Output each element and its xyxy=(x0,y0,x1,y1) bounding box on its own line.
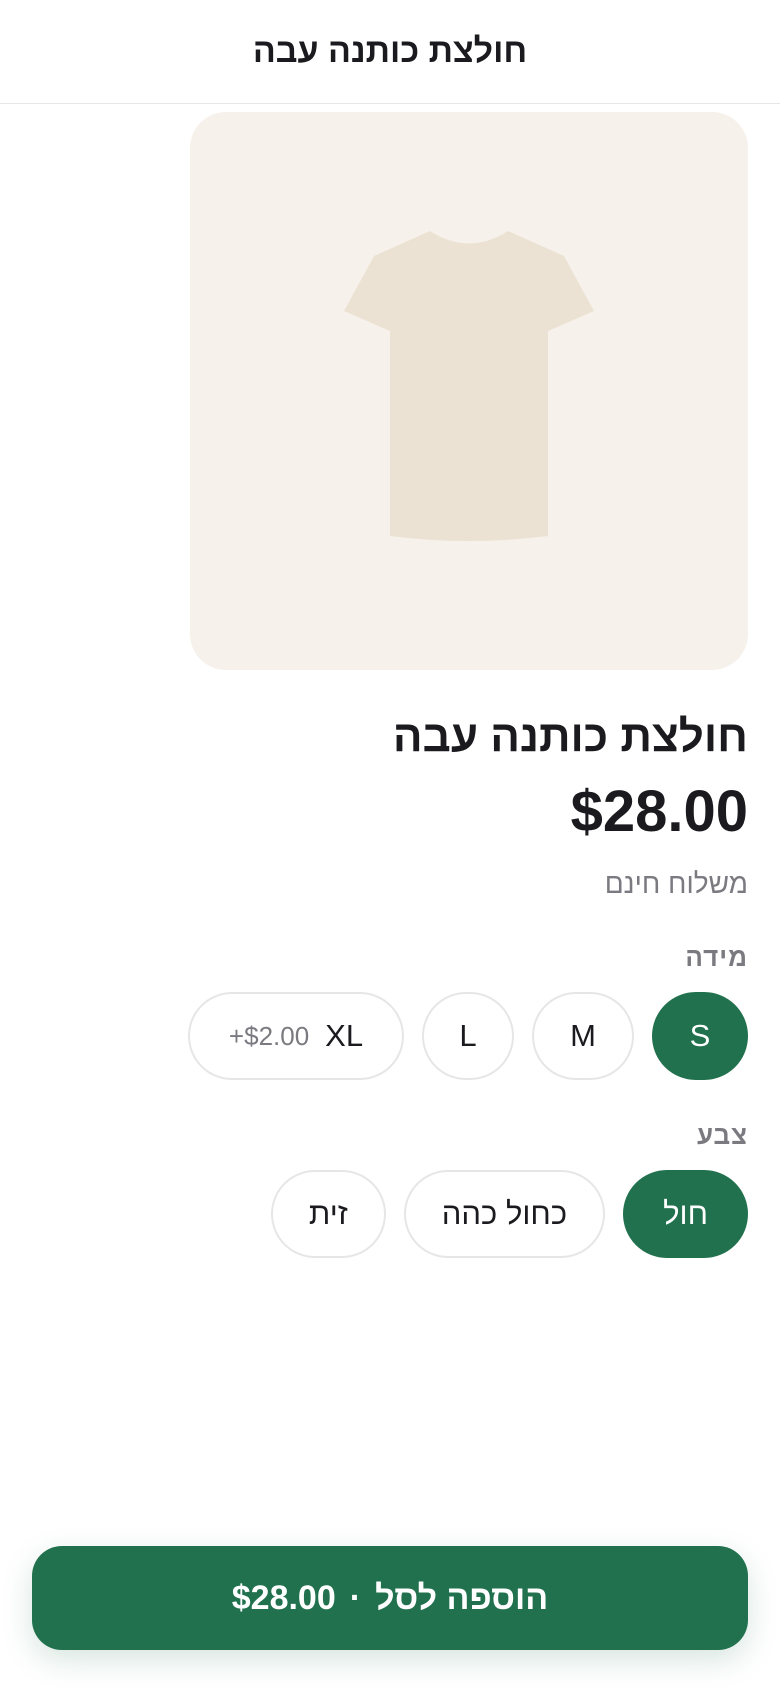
size-options: S M L XL +$2.00 xyxy=(188,992,748,1080)
shipping-note: משלוח חינם xyxy=(604,868,748,899)
size-option-s[interactable]: S xyxy=(652,992,748,1080)
color-option-navy[interactable]: כחול כהה xyxy=(403,1170,606,1258)
size-option-label: M xyxy=(570,1018,596,1053)
color-option-label: כחול כהה xyxy=(441,1196,568,1231)
add-to-cart-label: הוספה לסל xyxy=(375,1578,549,1617)
color-option-label: זית xyxy=(308,1196,348,1231)
color-label: צבע xyxy=(696,1120,748,1150)
separator-dot: · xyxy=(349,1578,362,1617)
size-option-l[interactable]: L xyxy=(422,992,514,1080)
color-option-label: חול xyxy=(663,1196,708,1231)
size-surcharge: +$2.00 xyxy=(228,1020,310,1051)
tshirt-icon xyxy=(344,231,594,541)
size-option-m[interactable]: M xyxy=(532,992,634,1080)
add-to-cart-button[interactable]: הוספה לסל · $28.00 xyxy=(32,1546,748,1650)
color-options: חול כחול כהה זית xyxy=(270,1170,748,1258)
top-bar: חולצת כותנה עבה xyxy=(0,0,780,104)
size-option-xl[interactable]: XL +$2.00 xyxy=(188,992,404,1080)
color-option-olive[interactable]: זית xyxy=(270,1170,386,1258)
product-name: חולצת כותנה עבה xyxy=(392,712,748,761)
size-label: מידה xyxy=(685,942,748,972)
color-option-sand[interactable]: חול xyxy=(623,1170,748,1258)
size-option-label: XL xyxy=(325,1018,364,1053)
page-title: חולצת כותנה עבה xyxy=(252,32,528,70)
size-option-label: L xyxy=(459,1018,477,1053)
product-image xyxy=(190,112,748,670)
add-to-cart-amount: $28.00 xyxy=(231,1578,336,1617)
product-price: $28.00 xyxy=(570,779,748,844)
size-option-label: S xyxy=(689,1018,711,1053)
